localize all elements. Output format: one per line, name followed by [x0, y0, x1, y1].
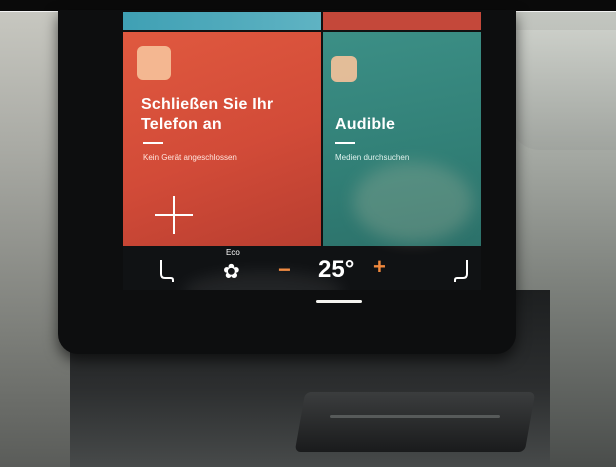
map-tile-partial[interactable] [123, 12, 321, 30]
audible-tile-divider [335, 142, 355, 144]
tray-ridge [330, 415, 500, 418]
phone-connect-tile[interactable]: Schließen Sie Ihr Telefon an Kein Gerät … [123, 32, 321, 246]
audible-tile-subtitle: Medien durchsuchen [335, 153, 410, 162]
infotainment-screen: Schließen Sie Ihr Telefon an Kein Gerät … [123, 12, 481, 290]
phone-app-icon [137, 46, 171, 80]
phone-tile-subtitle: Kein Gerät angeschlossen [143, 153, 237, 162]
storage-tray [294, 392, 536, 452]
app-tile-partial[interactable] [323, 12, 481, 30]
plus-icon[interactable] [155, 196, 193, 234]
phone-tile-divider [143, 142, 163, 144]
temperature-increase-button[interactable]: + [373, 254, 386, 280]
air-vent [510, 30, 616, 150]
audible-tile-title: Audible [335, 116, 396, 133]
reflection-glare [353, 162, 473, 242]
audible-app-icon [331, 56, 357, 82]
phone-tile-title-2: Telefon an [141, 116, 222, 133]
phone-tile-title-1: Schließen Sie Ihr [141, 96, 274, 113]
car-interior-photo: Schließen Sie Ihr Telefon an Kein Gerät … [0, 0, 616, 467]
seat-heater-right-icon[interactable] [453, 258, 471, 284]
screen-handle [316, 300, 362, 303]
seat-heater-left-icon[interactable] [157, 258, 175, 284]
eco-label: Eco [226, 248, 240, 257]
